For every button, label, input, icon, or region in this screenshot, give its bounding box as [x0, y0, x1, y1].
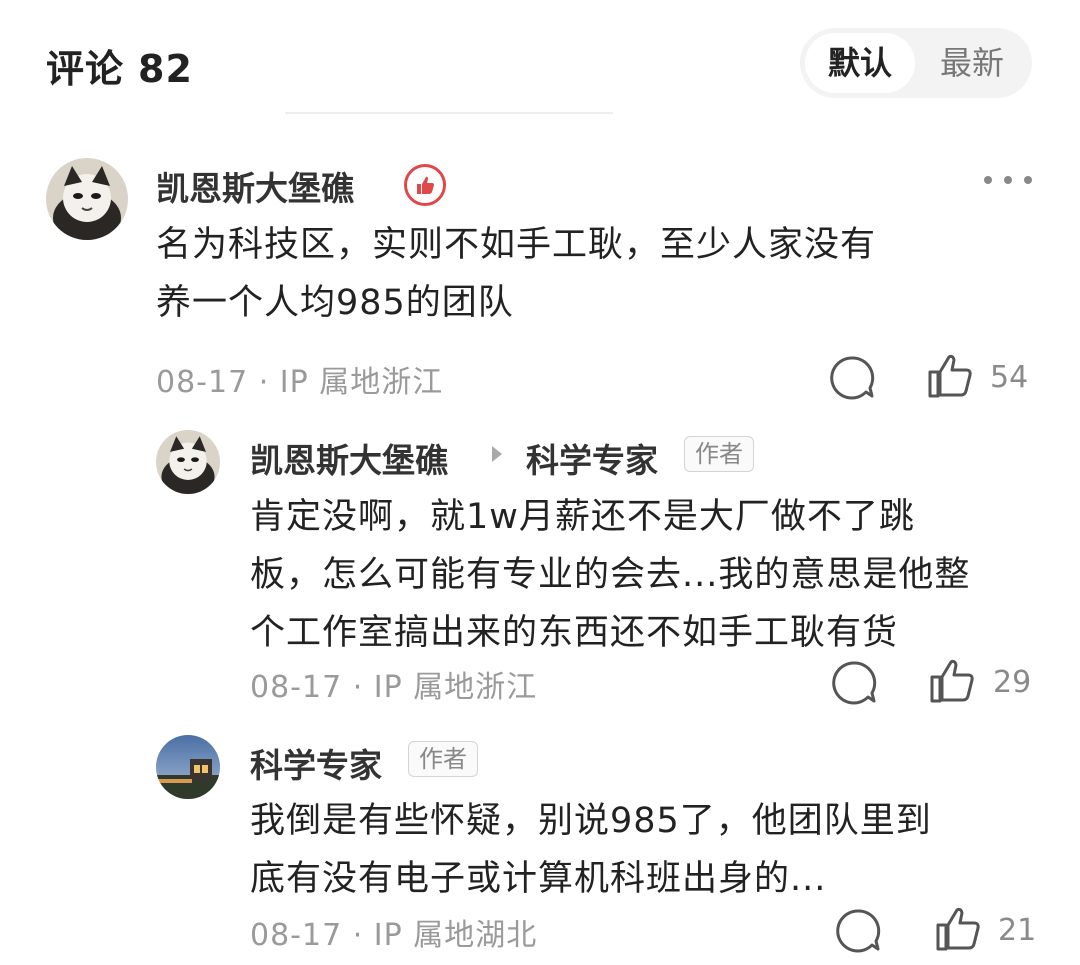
comment-line: 肯定没啊，就1w月薪还不是大厂做不了跳	[250, 497, 915, 537]
comment-username[interactable]: 凯恩斯大堡礁	[156, 162, 354, 210]
comment-text: 肯定没啊，就1w月薪还不是大厂做不了跳 板，怎么可能有专业的会去...我的意思是…	[250, 488, 970, 662]
comments-title: 评论	[46, 47, 125, 91]
reply-icon[interactable]	[830, 659, 878, 707]
sort-toggle: 默认 最新	[800, 28, 1032, 98]
sort-latest-button[interactable]: 最新	[917, 33, 1027, 93]
divider	[285, 112, 613, 114]
comment-meta: 08-17 · IP 属地浙江	[156, 365, 444, 400]
comments-header: 评论 82	[46, 38, 193, 93]
reply-arrow-icon	[492, 446, 502, 462]
sort-default-button[interactable]: 默认	[805, 33, 915, 93]
more-options-icon[interactable]	[984, 176, 1034, 188]
like-count: 54	[990, 360, 1029, 395]
comments-count: 82	[138, 47, 193, 91]
reply-icon[interactable]	[828, 354, 876, 402]
comment-username[interactable]: 科学专家	[250, 739, 382, 787]
like-icon[interactable]	[934, 905, 982, 953]
comment-line: 板，怎么可能有专业的会去...我的意思是他整	[250, 555, 971, 595]
comment-text: 名为科技区，实则不如手工耿，至少人家没有 养一个人均985的团队	[156, 216, 876, 332]
comment-meta: 08-17 · IP 属地湖北	[250, 918, 538, 953]
avatar[interactable]	[156, 430, 220, 494]
like-count: 21	[998, 913, 1037, 948]
reply-icon[interactable]	[834, 907, 882, 955]
thumbs-up-badge-icon	[404, 164, 446, 206]
comment-username[interactable]: 凯恩斯大堡礁	[250, 434, 448, 482]
comment-line: 养一个人均985的团队	[156, 283, 514, 323]
like-icon[interactable]	[928, 657, 976, 705]
reply-to-username[interactable]: 科学专家	[526, 434, 658, 482]
author-tag: 作者	[684, 436, 754, 472]
comment-text: 我倒是有些怀疑，别说985了，他团队里到 底有没有电子或计算机科班出身的...	[250, 792, 932, 908]
comment-line: 底有没有电子或计算机科班出身的...	[250, 859, 827, 899]
comment-line: 名为科技区，实则不如手工耿，至少人家没有	[156, 225, 877, 265]
comments-page: 评论 82 默认 最新 凯恩斯大堡礁 名为科技区，实则不如手工耿，至少人家没有 养…	[0, 0, 1080, 965]
avatar[interactable]	[156, 735, 220, 799]
like-count: 29	[993, 665, 1032, 700]
author-tag: 作者	[408, 741, 478, 777]
comment-meta: 08-17 · IP 属地浙江	[250, 670, 538, 705]
like-icon[interactable]	[926, 352, 974, 400]
avatar[interactable]	[46, 158, 128, 240]
comment-line: 个工作室搞出来的东西还不如手工耿有货	[250, 613, 899, 653]
comment-line: 我倒是有些怀疑，别说985了，他团队里到	[250, 801, 932, 841]
